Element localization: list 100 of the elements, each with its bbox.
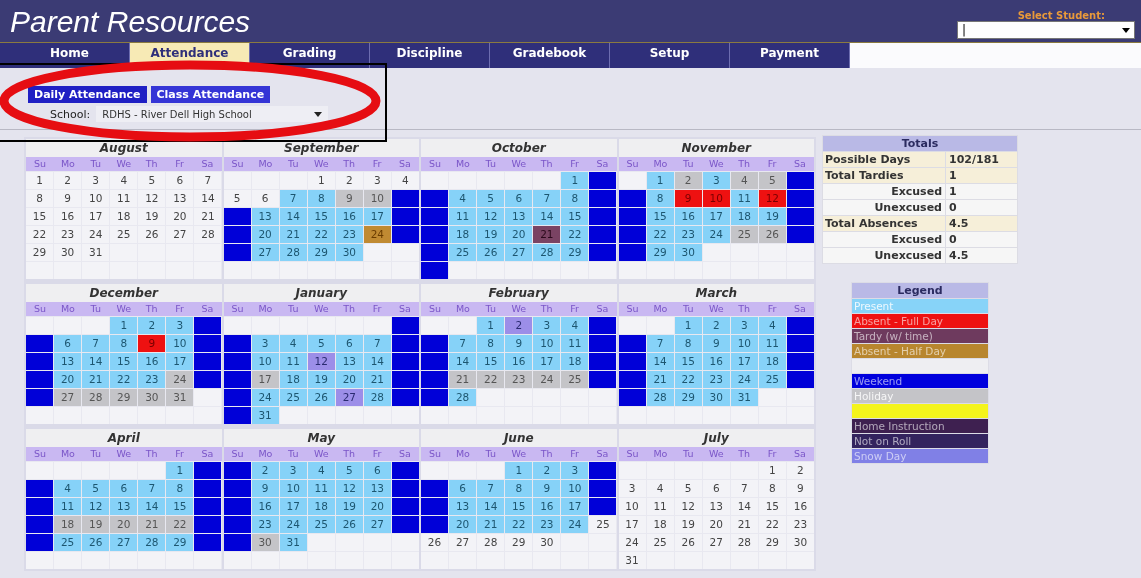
day-cell: 11 — [449, 208, 477, 225]
weekday-label: Fr — [371, 302, 383, 316]
day-cell: 17 — [702, 208, 730, 225]
day-cell: 5 — [758, 172, 786, 189]
month-title: December — [26, 284, 222, 302]
weekday-label: Tu — [89, 302, 102, 316]
day-cell: 8 — [166, 480, 194, 497]
day-cell: 1 — [477, 317, 505, 334]
weekday-label: We — [510, 302, 528, 316]
day-cell: 3 — [363, 172, 391, 189]
day-cell: 12 — [335, 480, 363, 497]
day-cell: 5 — [335, 462, 363, 479]
day-cell: 16 — [702, 353, 730, 370]
day-cell: 28 — [363, 389, 391, 406]
legend-item: Home Instruction — [852, 419, 988, 433]
day-cell: 21 — [194, 208, 222, 225]
day-cell: 29 — [561, 244, 589, 261]
day-cell: 20 — [363, 498, 391, 515]
day-cell: 16 — [251, 498, 279, 515]
day-cell: 10 — [533, 335, 561, 352]
day-cell: 4 — [307, 462, 335, 479]
day-cell: 1 — [110, 317, 138, 334]
day-cell — [758, 389, 786, 406]
day-cell: 21 — [730, 516, 758, 533]
day-cell: 9 — [54, 190, 82, 207]
day-cell: 7 — [646, 335, 674, 352]
sub-tab[interactable]: Daily Attendance — [28, 86, 147, 103]
day-cell: 4 — [391, 172, 419, 189]
weekday-label: Sa — [398, 302, 412, 316]
month-title: January — [223, 284, 419, 302]
day-cell: 14 — [730, 498, 758, 515]
weekday-label: Su — [625, 157, 640, 171]
day-cell: 19 — [335, 498, 363, 515]
day-cell: 24 — [702, 226, 730, 243]
day-cell: 28 — [194, 226, 222, 243]
sub-tab[interactable]: Class Attendance — [150, 86, 271, 103]
day-cell: 8 — [561, 190, 589, 207]
day-cell: 15 — [646, 208, 674, 225]
weekday-label: Mo — [257, 447, 274, 461]
day-cell: 14 — [194, 190, 222, 207]
day-cell: 7 — [730, 480, 758, 497]
day-cell: 26 — [307, 389, 335, 406]
weekday-label: We — [510, 447, 528, 461]
school-label: School: — [50, 107, 91, 121]
day-cell: 15 — [26, 208, 54, 225]
day-cell: 25 — [646, 534, 674, 551]
day-cell: 3 — [730, 317, 758, 334]
day-cell: 13 — [166, 190, 194, 207]
day-cell: 18 — [279, 371, 307, 388]
day-cell: 27 — [110, 534, 138, 551]
day-cell: 26 — [138, 226, 166, 243]
day-cell: 10 — [166, 335, 194, 352]
weekday-label: Tu — [89, 447, 102, 461]
weekday-label: Tu — [484, 447, 497, 461]
day-cell: 15 — [561, 208, 589, 225]
day-cell: 24 — [82, 226, 110, 243]
day-cell: 5 — [138, 172, 166, 189]
day-cell: 14 — [82, 353, 110, 370]
weekday-label: Fr — [174, 157, 185, 171]
day-cell: 1 — [561, 172, 589, 189]
day-cell: 14 — [533, 208, 561, 225]
school-select[interactable]: RDHS - River Dell High School — [96, 106, 329, 122]
day-cell: 20 — [54, 371, 82, 388]
day-cell: 7 — [279, 190, 307, 207]
day-cell: 17 — [279, 498, 307, 515]
totals-label: Possible Days — [823, 152, 945, 167]
day-cell: 17 — [166, 353, 194, 370]
weekday-label: Mo — [59, 447, 76, 461]
day-cell: 8 — [477, 335, 505, 352]
weekday-label: We — [707, 157, 725, 171]
weekday-label: We — [312, 302, 330, 316]
day-cell: 11 — [561, 335, 589, 352]
day-cell: 16 — [335, 208, 363, 225]
day-cell: 24 — [561, 516, 589, 533]
weekday-label: We — [312, 447, 330, 461]
weekday-label: Mo — [257, 302, 274, 316]
totals-value: 0 — [946, 200, 1017, 215]
weekday-label: Fr — [569, 302, 580, 316]
day-cell: 10 — [561, 480, 589, 497]
day-cell: 20 — [251, 226, 279, 243]
day-cell: 11 — [758, 335, 786, 352]
day-cell: 22 — [561, 226, 589, 243]
month-title: June — [421, 429, 617, 447]
day-cell: 24 — [730, 371, 758, 388]
day-cell: 10 — [730, 335, 758, 352]
day-cell: 21 — [82, 371, 110, 388]
day-cell: 8 — [674, 335, 702, 352]
student-select[interactable]: | — [957, 21, 1135, 39]
legend-item: Snow Day — [852, 449, 988, 463]
day-cell: 7 — [363, 335, 391, 352]
day-cell: 20 — [505, 226, 533, 243]
day-cell: 6 — [335, 335, 363, 352]
day-cell: 7 — [533, 190, 561, 207]
weekday-label: Th — [144, 447, 159, 461]
totals-value: 102/181 — [946, 152, 1017, 167]
day-cell: 15 — [307, 208, 335, 225]
day-cell: 31 — [618, 552, 646, 569]
day-cell: 2 — [335, 172, 363, 189]
day-cell: 7 — [477, 480, 505, 497]
day-cell: 14 — [449, 353, 477, 370]
